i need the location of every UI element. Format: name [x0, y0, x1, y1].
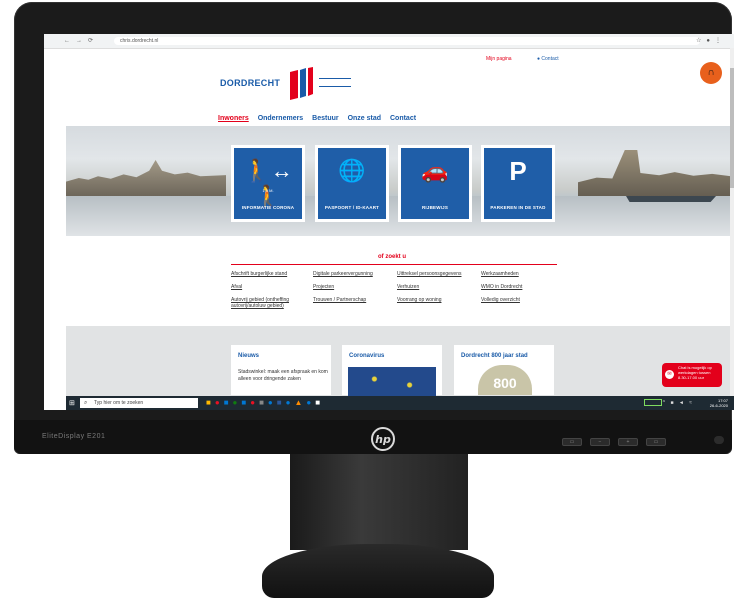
address-bar[interactable]: chris.dordrecht.nl: [114, 37, 700, 45]
card-title: Coronavirus: [349, 353, 385, 359]
chat-text: Chat is mogelijk op werkdagen tussen 8.3…: [678, 365, 712, 380]
chat-bubble[interactable]: ✉ Chat is mogelijk op werkdagen tussen 8…: [662, 363, 722, 387]
windows-start-icon[interactable]: ⊞: [69, 399, 75, 407]
passport-icon: 🌐: [338, 158, 366, 183]
corona-card[interactable]: Coronavirus: [342, 345, 442, 397]
card-body: Stadswinkel: maak een afspraak en kom al…: [238, 369, 328, 382]
browser-menu-icons[interactable]: ☆●⋮: [696, 37, 726, 44]
browser-nav-icons[interactable]: ←→⟳: [64, 37, 99, 44]
links-column: Digitale parkeervergunning Projecten Tro…: [313, 271, 393, 310]
headset-support-button[interactable]: ∩: [700, 62, 722, 84]
divider: [231, 264, 557, 265]
quick-link[interactable]: Uittreksel persoonsgegevens: [397, 271, 477, 277]
quick-link[interactable]: Autovrij gebied (ontheffing autovrij/aut…: [231, 297, 311, 309]
tile-label: PASPOORT / ID-KAART: [324, 205, 380, 210]
my-page-link[interactable]: Mijn pagina: [486, 56, 512, 62]
quick-link[interactable]: WMO in Dordrecht: [481, 284, 561, 290]
tile-rijbewijs[interactable]: 🚗 RIJBEWIJS: [398, 145, 472, 222]
quick-link[interactable]: Digitale parkeervergunning: [313, 271, 393, 277]
tile-label: PARKEREN IN DE STAD: [490, 205, 546, 210]
monitor-model-label: EliteDisplay E201: [42, 433, 106, 440]
search-placeholder: Typ hier om te zoeken: [94, 400, 144, 406]
tile-label: RIJBEWIJS: [421, 205, 449, 210]
battery-icon[interactable]: [644, 399, 662, 406]
links-column: Werkzaamheden WMO in Dordrecht Volledig …: [481, 271, 561, 310]
tile-corona[interactable]: 🚶↔🚶 1,5 M. INFORMATIE CORONA: [231, 145, 305, 222]
nav-contact[interactable]: Contact: [390, 115, 416, 122]
news-card[interactable]: Nieuws Stadswinkel: maak een afspraak en…: [231, 345, 331, 395]
main-nav: Inwoners Ondernemers Bestuur Onze stad C…: [218, 115, 423, 122]
distance-note: 1,5 M.: [262, 188, 274, 193]
dordrecht-logo-icon: [290, 67, 313, 100]
monitor-menu-button[interactable]: ▭: [562, 438, 582, 446]
quick-link[interactable]: Afval: [231, 284, 311, 290]
monitor-minus-button[interactable]: −: [590, 438, 610, 446]
top-links: Mijn pagina ● Contact: [486, 56, 607, 62]
skyline-left: [66, 160, 226, 196]
dordrecht-800-card[interactable]: Dordrecht 800 jaar stad 800: [454, 345, 554, 395]
hp-logo: hp: [371, 427, 395, 451]
clock[interactable]: 17:07 26-6-2020: [710, 398, 728, 408]
scrollbar[interactable]: [730, 48, 734, 398]
browser-toolbar: ←→⟳ chris.dordrecht.nl ☆●⋮: [44, 34, 734, 49]
quick-link[interactable]: Volledig overzicht: [481, 297, 561, 303]
or-search-title: of zoekt u: [378, 254, 406, 260]
skyline-right: [578, 150, 734, 196]
scroll-thumb[interactable]: [730, 68, 734, 188]
system-tray-icons[interactable]: ^ ■ ◄ ≈: [663, 400, 694, 406]
quick-link[interactable]: Voorrang op woning: [397, 297, 477, 303]
tile-parking[interactable]: P PARKEREN IN DE STAD: [481, 145, 555, 222]
quick-link[interactable]: Trouwen / Partnerschap: [313, 297, 393, 303]
monitor-stand: [290, 454, 468, 550]
monitor-plus-button[interactable]: +: [618, 438, 638, 446]
screen: ←→⟳ chris.dordrecht.nl ☆●⋮ Mijn pagina ●…: [44, 34, 734, 410]
logo-lines: [319, 78, 351, 94]
nav-bestuur[interactable]: Bestuur: [312, 115, 338, 122]
nav-onze-stad[interactable]: Onze stad: [348, 115, 381, 122]
monitor-input-button[interactable]: ▭: [646, 438, 666, 446]
site-logo-text[interactable]: DORDRECHT: [220, 78, 280, 88]
taskbar-app-icons[interactable]: ■●■●■●■●■●▲●■: [206, 398, 324, 407]
quick-link[interactable]: Afschrift burgerlijke stand: [231, 271, 311, 277]
taskbar-search[interactable]: ⌕ Typ hier om te zoeken: [80, 398, 198, 408]
chat-icon: ✉: [665, 370, 674, 379]
quick-link[interactable]: Verhuizen: [397, 284, 477, 290]
distance-1-5m-icon: 🚶↔🚶: [243, 158, 293, 209]
tile-passport[interactable]: 🌐 PASPOORT / ID-KAART: [315, 145, 389, 222]
car-icon: 🚗: [421, 158, 449, 183]
nav-ondernemers[interactable]: Ondernemers: [258, 115, 304, 122]
card-title: Dordrecht 800 jaar stad: [461, 353, 528, 359]
date: 26-6-2020: [709, 403, 728, 408]
parking-icon: P: [509, 156, 527, 186]
quick-link[interactable]: Werkzaamheden: [481, 271, 561, 277]
search-icon: ⌕: [84, 400, 88, 406]
links-column: Afschrift burgerlijke stand Afval Autovr…: [231, 271, 311, 316]
contact-top-link[interactable]: ● Contact: [537, 56, 583, 62]
quick-link[interactable]: Projecten: [313, 284, 393, 290]
monitor-base: [262, 544, 494, 598]
nav-inwoners[interactable]: Inwoners: [218, 115, 249, 122]
links-column: Uittreksel persoonsgegevens Verhuizen Vo…: [397, 271, 477, 310]
badge-800: 800: [478, 365, 532, 395]
taskbar: ⊞ ⌕ Typ hier om te zoeken ■●■●■●■●■●▲●■ …: [66, 396, 734, 410]
power-button[interactable]: [714, 436, 724, 444]
tile-label: INFORMATIE CORONA: [241, 205, 295, 210]
card-title: Nieuws: [238, 353, 260, 359]
corona-image: [348, 367, 436, 397]
